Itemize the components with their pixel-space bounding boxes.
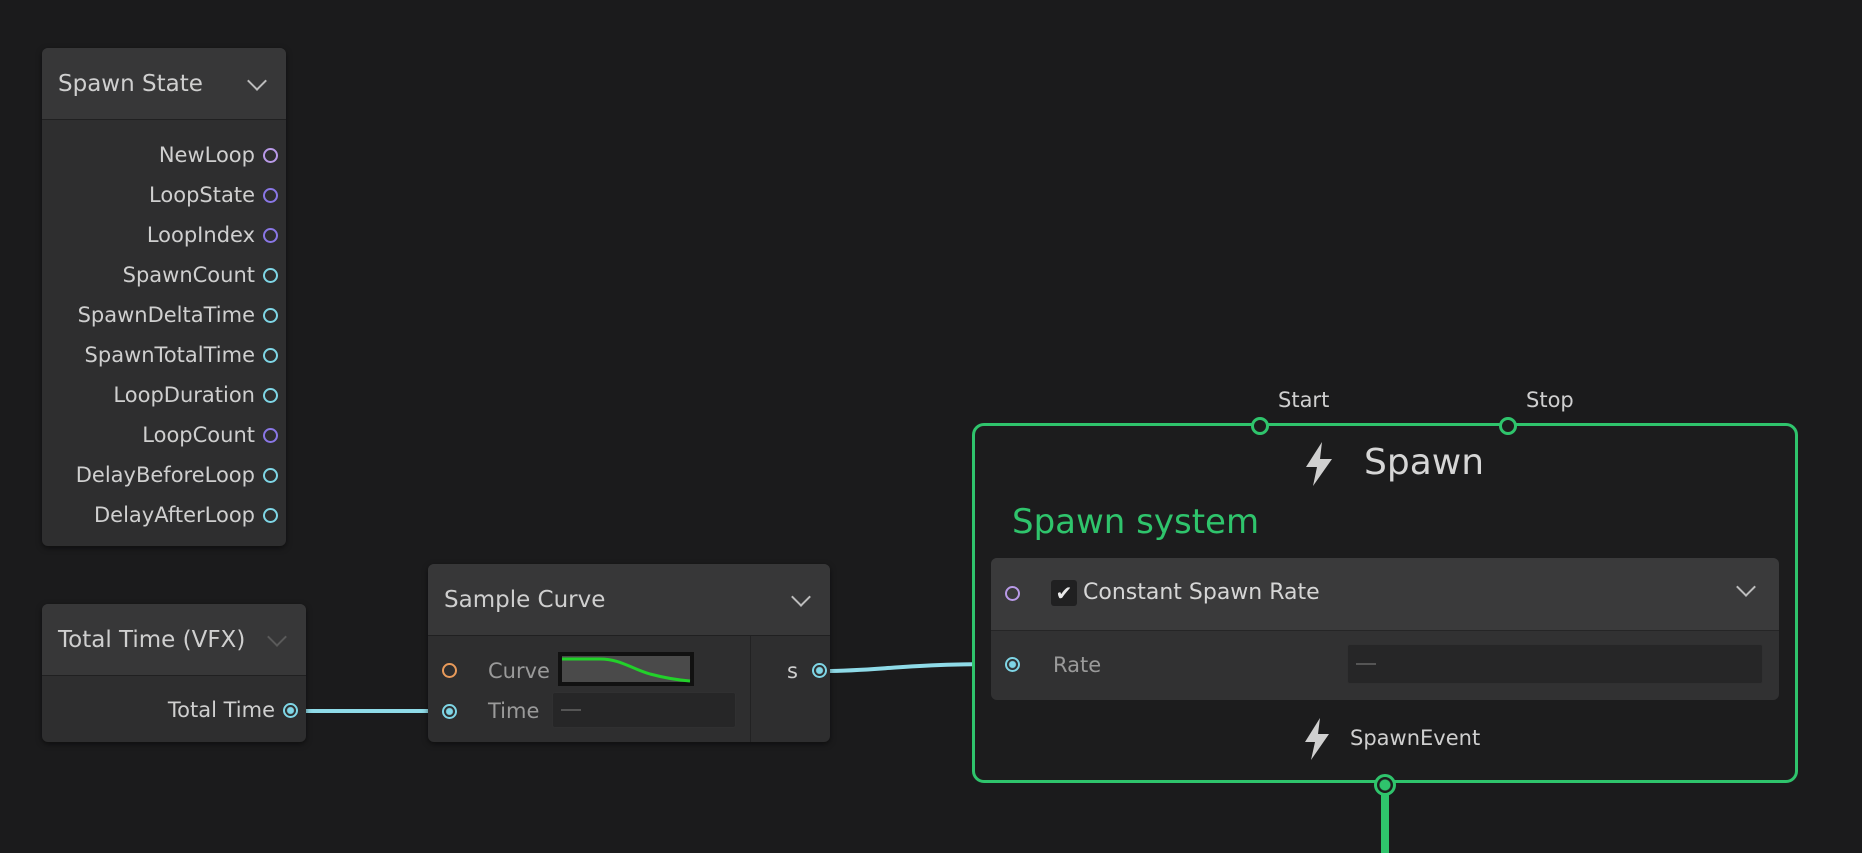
rate-input-label: Rate [1053, 653, 1102, 677]
spawn-state-output-row[interactable]: LoopDuration [113, 375, 286, 415]
spawn-state-output-port[interactable] [263, 427, 278, 443]
rate-input-port[interactable] [1005, 657, 1020, 672]
sample-curve-title: Sample Curve [444, 586, 606, 613]
spawn-event-output-port[interactable] [1374, 774, 1396, 796]
chevron-down-icon[interactable] [247, 70, 267, 91]
curve-preview-field[interactable] [558, 652, 694, 686]
start-flow-label: Start [1278, 388, 1330, 412]
block-activation-port[interactable] [1005, 586, 1020, 601]
empty-value-dash [561, 709, 581, 711]
stop-flow-port[interactable] [1499, 417, 1517, 435]
total-time-output-port[interactable] [283, 702, 298, 718]
spawn-state-output-row[interactable]: DelayAfterLoop [94, 495, 286, 535]
sample-curve-output-port[interactable] [812, 663, 827, 678]
spawn-event-label: SpawnEvent [1350, 726, 1481, 750]
spawn-state-output-label: LoopCount [142, 423, 255, 447]
spawn-state-output-label: LoopIndex [146, 223, 255, 247]
sample-curve-output-label: s [787, 659, 798, 683]
constant-spawn-rate-title: Constant Spawn Rate [1083, 580, 1320, 605]
spawn-state-output-row[interactable]: LoopIndex [147, 215, 286, 255]
curve-input-label: Curve [488, 659, 550, 683]
constant-spawn-rate-header[interactable]: ✔ Constant Spawn Rate [991, 558, 1779, 631]
spawn-system-name[interactable]: Spawn system [1012, 502, 1259, 542]
start-flow-port[interactable] [1251, 417, 1269, 435]
curve-preview [562, 656, 691, 683]
spawn-state-output-row[interactable]: SpawnDeltaTime [78, 295, 286, 335]
spawn-state-output-row[interactable]: NewLoop [159, 135, 286, 175]
total-time-node[interactable]: Total Time (VFX) Total Time [42, 604, 306, 742]
vfx-graph-canvas[interactable]: Spawn State NewLoop LoopState LoopIndex Spa… [0, 0, 1862, 853]
spawn-state-output-port[interactable] [263, 267, 278, 283]
spawn-state-output-port[interactable] [263, 227, 278, 243]
spawn-state-output-label: LoopState [149, 183, 255, 207]
lightning-icon [1305, 718, 1329, 760]
total-time-title: Total Time (VFX) [58, 626, 246, 653]
empty-value-dash [1356, 663, 1376, 665]
spawn-state-header[interactable]: Spawn State [42, 48, 286, 120]
spawn-state-output-row[interactable]: SpawnTotalTime [85, 335, 286, 375]
spawn-state-node[interactable]: Spawn State NewLoop LoopState LoopIndex Spa… [42, 48, 286, 546]
total-time-output-row[interactable]: Total Time [168, 690, 306, 730]
time-input-field[interactable] [552, 692, 736, 728]
time-input-port[interactable] [442, 704, 457, 719]
spawn-state-output-port[interactable] [263, 187, 278, 203]
spawn-context-title: Spawn [1364, 442, 1485, 483]
curve-input-port[interactable] [442, 663, 457, 678]
block-enabled-checkbox[interactable]: ✔ [1051, 580, 1077, 606]
spawn-state-output-row[interactable]: SpawnCount [123, 255, 286, 295]
spawn-state-title: Spawn State [58, 70, 203, 97]
spawn-state-output-label: LoopDuration [113, 383, 255, 407]
spawn-state-output-port[interactable] [263, 347, 278, 363]
sample-curve-node[interactable]: Sample Curve Curve Time s [428, 564, 830, 742]
spawn-state-output-label: SpawnCount [122, 263, 255, 287]
spawn-state-output-row[interactable]: DelayBeforeLoop [76, 455, 286, 495]
chevron-down-icon[interactable] [791, 586, 811, 607]
spawn-state-output-label: NewLoop [158, 143, 255, 167]
spawn-state-output-label: SpawnTotalTime [84, 343, 255, 367]
spawn-state-output-row[interactable]: LoopState [149, 175, 286, 215]
spawn-state-output-port[interactable] [263, 467, 278, 483]
sample-curve-divider [750, 636, 751, 742]
lightning-icon [1306, 442, 1332, 486]
spawn-state-output-port[interactable] [263, 387, 278, 403]
spawn-state-output-label: DelayAfterLoop [93, 503, 255, 527]
spawn-state-output-label: DelayBeforeLoop [75, 463, 255, 487]
chevron-down-icon[interactable] [267, 626, 287, 647]
total-time-header[interactable]: Total Time (VFX) [42, 604, 306, 676]
spawn-state-output-port[interactable] [263, 147, 278, 163]
time-input-label: Time [488, 699, 540, 723]
chevron-down-icon[interactable] [1736, 577, 1756, 597]
spawn-state-output-row[interactable]: LoopCount [142, 415, 286, 455]
spawn-state-output-port[interactable] [263, 307, 278, 323]
total-time-output-label: Total Time [167, 698, 275, 722]
stop-flow-label: Stop [1526, 388, 1574, 412]
constant-spawn-rate-block[interactable]: ✔ Constant Spawn Rate Rate [991, 558, 1779, 700]
sample-curve-header[interactable]: Sample Curve [428, 564, 830, 636]
spawn-state-output-label: SpawnDeltaTime [77, 303, 255, 327]
spawn-state-output-port[interactable] [263, 507, 278, 523]
rate-input-field[interactable] [1347, 644, 1763, 684]
